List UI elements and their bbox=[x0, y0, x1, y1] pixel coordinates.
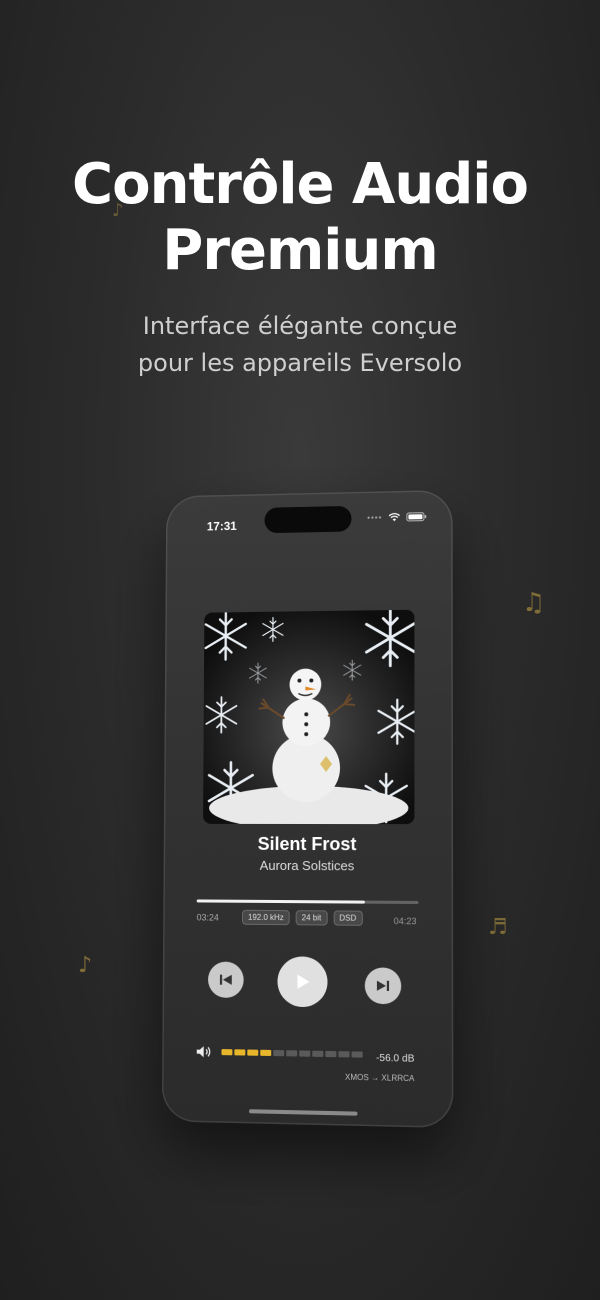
volume-meter[interactable] bbox=[221, 1049, 362, 1058]
volume-segment bbox=[312, 1051, 323, 1057]
music-note-icon: ♪ bbox=[112, 200, 124, 221]
bit-depth-badge: 24 bit bbox=[296, 910, 328, 925]
volume-segment bbox=[221, 1049, 232, 1055]
elapsed-time: 03:24 bbox=[197, 912, 219, 922]
hero-subtitle: Interface élégante conçue pour les appar… bbox=[0, 308, 600, 382]
play-icon bbox=[293, 973, 311, 991]
volume-segment bbox=[286, 1050, 297, 1056]
volume-segment bbox=[273, 1050, 284, 1056]
wifi-icon bbox=[388, 513, 400, 522]
audio-route: XMOS → XLRRCA bbox=[345, 1073, 414, 1084]
volume-segment bbox=[299, 1050, 310, 1056]
previous-icon bbox=[219, 973, 233, 987]
hero-subtitle-line2: pour les appareils Eversolo bbox=[0, 345, 600, 382]
dynamic-island bbox=[264, 506, 351, 533]
hero-subtitle-line1: Interface élégante conçue bbox=[0, 308, 600, 345]
volume-segment bbox=[260, 1050, 271, 1056]
status-icons: •••• bbox=[367, 512, 426, 522]
music-note-icon: ♫ bbox=[522, 588, 545, 618]
volume-segment bbox=[352, 1051, 363, 1057]
phone-mockup: 17:31 •••• Silent Frost Aurora Solstices… bbox=[162, 490, 454, 1128]
home-indicator bbox=[249, 1109, 358, 1115]
music-note-icon: ♬ bbox=[488, 915, 508, 940]
battery-icon bbox=[406, 512, 426, 521]
volume-segment bbox=[247, 1050, 258, 1056]
format-badge: DSD bbox=[333, 910, 362, 925]
track-title: Silent Frost bbox=[164, 834, 453, 856]
sample-rate-badge: 192.0 kHz bbox=[242, 910, 290, 925]
signal-icon: •••• bbox=[367, 513, 382, 522]
progress-fill bbox=[197, 899, 365, 903]
previous-button[interactable] bbox=[208, 961, 244, 998]
music-note-icon: ♪ bbox=[78, 953, 92, 978]
volume-db: -56.0 dB bbox=[376, 1053, 414, 1065]
next-icon bbox=[376, 979, 390, 993]
volume-segment bbox=[325, 1051, 336, 1057]
speaker-icon[interactable] bbox=[196, 1045, 212, 1064]
volume-segment bbox=[338, 1051, 349, 1057]
total-time: 04:23 bbox=[394, 916, 417, 926]
hero-title-line1: Contrôle Audio bbox=[0, 152, 600, 218]
play-button[interactable] bbox=[277, 956, 327, 1007]
status-time: 17:31 bbox=[207, 519, 237, 533]
hero-title: Contrôle Audio Premium bbox=[0, 152, 600, 284]
format-badges: 192.0 kHz 24 bit DSD bbox=[242, 910, 362, 926]
volume-segment bbox=[234, 1049, 245, 1055]
album-artwork bbox=[203, 610, 414, 824]
track-artist: Aurora Solstices bbox=[164, 858, 453, 874]
progress-bar[interactable] bbox=[197, 899, 419, 904]
next-button[interactable] bbox=[365, 967, 401, 1004]
hero-title-line2: Premium bbox=[0, 218, 600, 284]
